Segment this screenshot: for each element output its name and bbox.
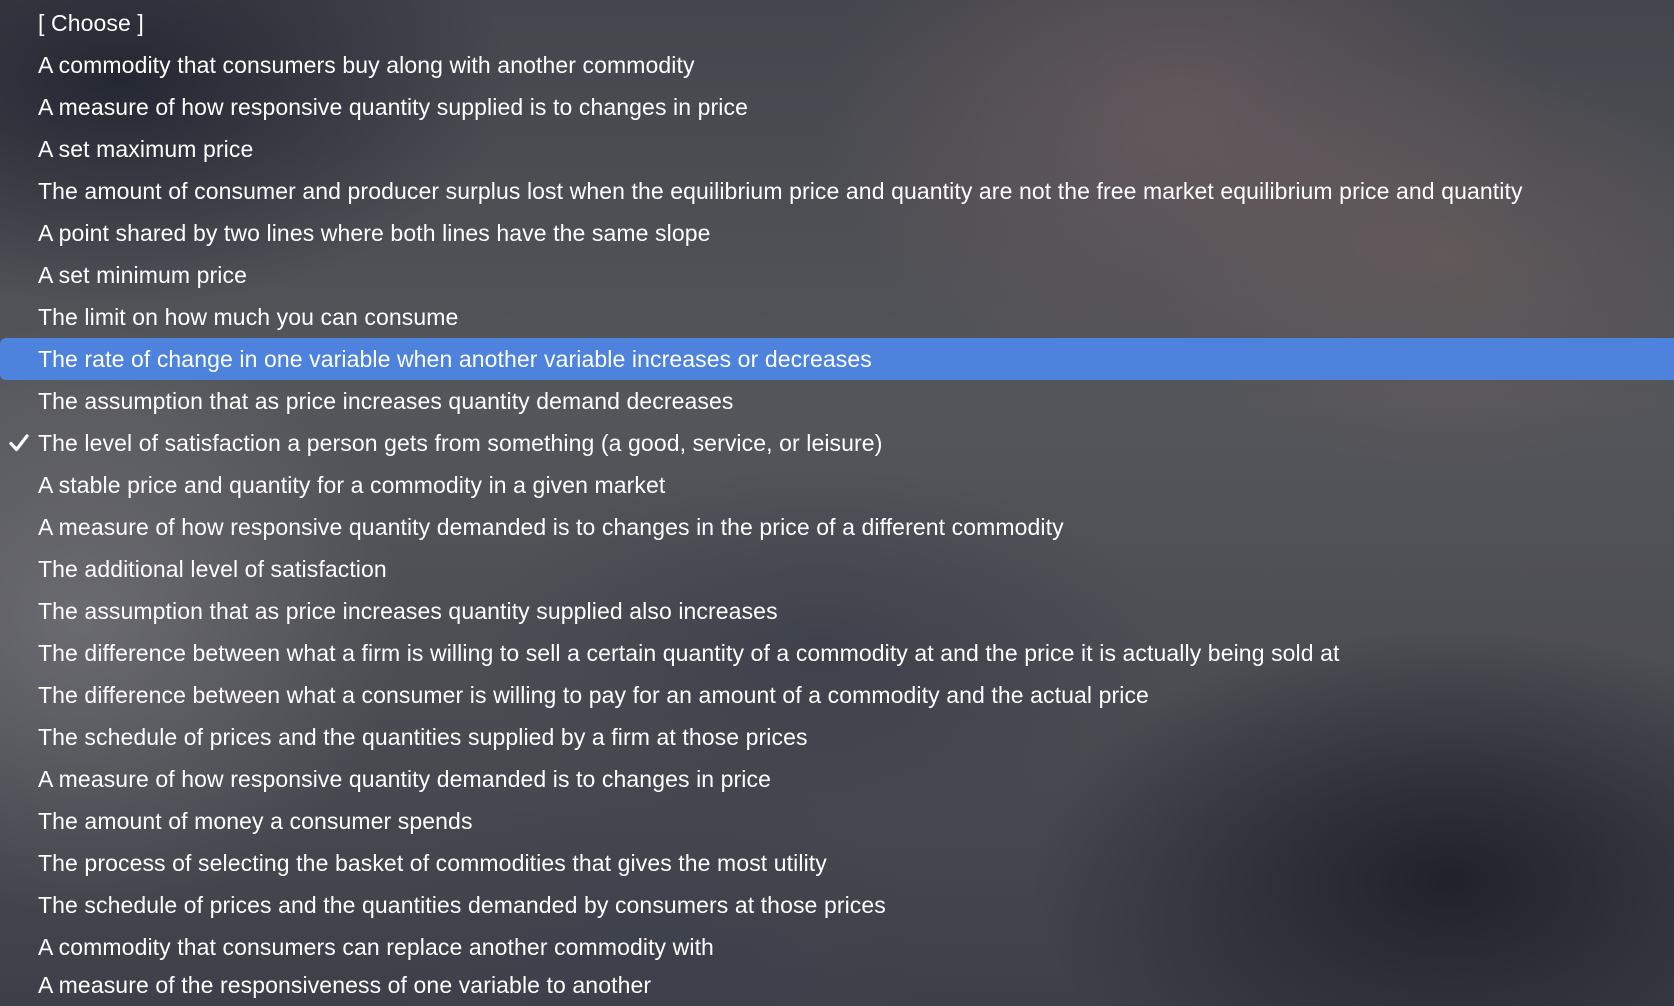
- menu-item-label: A stable price and quantity for a commod…: [38, 472, 666, 498]
- menu-item-label: [ Choose ]: [38, 10, 144, 36]
- menu-item-label: The rate of change in one variable when …: [38, 346, 872, 372]
- menu-item[interactable]: The amount of consumer and producer surp…: [0, 170, 1674, 212]
- menu-item-label: The assumption that as price increases q…: [38, 598, 778, 624]
- menu-item[interactable]: The assumption that as price increases q…: [0, 590, 1674, 632]
- menu-item-label: The additional level of satisfaction: [38, 556, 387, 582]
- menu-item[interactable]: The amount of money a consumer spends: [0, 800, 1674, 842]
- menu-item-label: A set minimum price: [38, 262, 247, 288]
- menu-item[interactable]: The process of selecting the basket of c…: [0, 842, 1674, 884]
- menu-item-label: A measure of the responsiveness of one v…: [38, 972, 652, 998]
- menu-item-label: The difference between what a consumer i…: [38, 682, 1149, 708]
- menu-item[interactable]: A point shared by two lines where both l…: [0, 212, 1674, 254]
- menu-item-label: The limit on how much you can consume: [38, 304, 459, 330]
- menu-item-label: The process of selecting the basket of c…: [38, 850, 827, 876]
- menu-item-label: A measure of how responsive quantity dem…: [38, 514, 1064, 540]
- menu-item[interactable]: A set minimum price: [0, 254, 1674, 296]
- menu-item-highlighted[interactable]: The rate of change in one variable when …: [0, 338, 1674, 380]
- menu-item-label: The level of satisfaction a person gets …: [38, 430, 883, 456]
- menu-item[interactable]: The schedule of prices and the quantitie…: [0, 716, 1674, 758]
- menu-item-label: The amount of money a consumer spends: [38, 808, 473, 834]
- menu-item-label: A measure of how responsive quantity sup…: [38, 94, 748, 120]
- menu-item[interactable]: A measure of how responsive quantity sup…: [0, 86, 1674, 128]
- menu-item[interactable]: A commodity that consumers can replace a…: [0, 926, 1674, 968]
- menu-item[interactable]: The difference between what a firm is wi…: [0, 632, 1674, 674]
- menu-item-label: The amount of consumer and producer surp…: [38, 178, 1523, 204]
- menu-item-label: The schedule of prices and the quantitie…: [38, 724, 808, 750]
- menu-item-label: A commodity that consumers can replace a…: [38, 934, 714, 960]
- menu-item[interactable]: The assumption that as price increases q…: [0, 380, 1674, 422]
- menu-item-label: The assumption that as price increases q…: [38, 388, 734, 414]
- menu-item-label: The difference between what a firm is wi…: [38, 640, 1340, 666]
- menu-item-label: A measure of how responsive quantity dem…: [38, 766, 772, 792]
- menu-item[interactable]: The schedule of prices and the quantitie…: [0, 884, 1674, 926]
- menu-item-label: A point shared by two lines where both l…: [38, 220, 711, 246]
- menu-item[interactable]: A commodity that consumers buy along wit…: [0, 44, 1674, 86]
- menu-item[interactable]: A measure of how responsive quantity dem…: [0, 506, 1674, 548]
- menu-item-label: A commodity that consumers buy along wit…: [38, 52, 695, 78]
- checkmark-icon: [9, 434, 29, 452]
- dropdown-menu: [ Choose ] A commodity that consumers bu…: [0, 0, 1674, 1006]
- menu-item[interactable]: The additional level of satisfaction: [0, 548, 1674, 590]
- menu-item[interactable]: A measure of how responsive quantity dem…: [0, 758, 1674, 800]
- menu-item[interactable]: The difference between what a consumer i…: [0, 674, 1674, 716]
- menu-item-placeholder[interactable]: [ Choose ]: [0, 2, 1674, 44]
- menu-item[interactable]: The limit on how much you can consume: [0, 296, 1674, 338]
- menu-item-label: The schedule of prices and the quantitie…: [38, 892, 886, 918]
- menu-item[interactable]: A stable price and quantity for a commod…: [0, 464, 1674, 506]
- menu-item[interactable]: A set maximum price: [0, 128, 1674, 170]
- menu-item[interactable]: A measure of the responsiveness of one v…: [0, 964, 1674, 1006]
- menu-item-checked[interactable]: The level of satisfaction a person gets …: [0, 422, 1674, 464]
- menu-item-label: A set maximum price: [38, 136, 254, 162]
